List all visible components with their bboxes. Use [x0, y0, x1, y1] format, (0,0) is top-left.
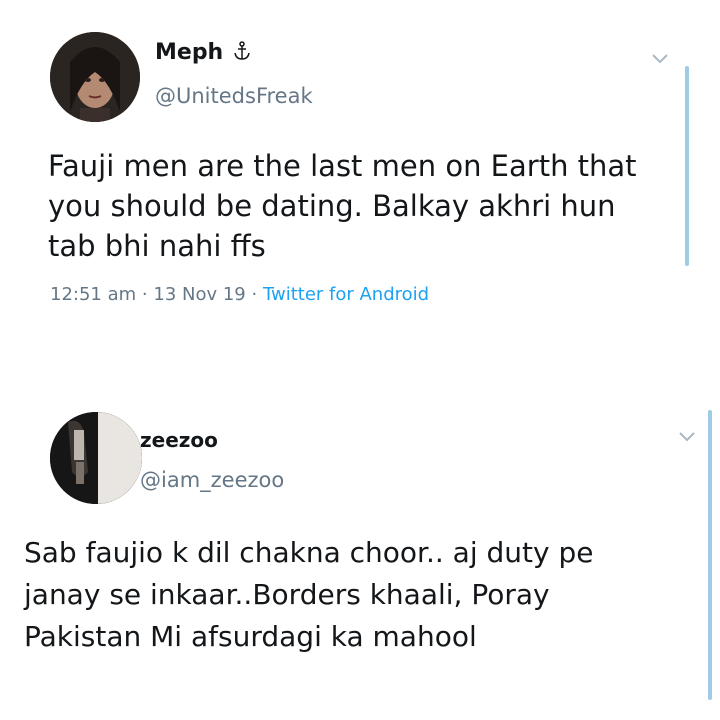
avatar[interactable]: [50, 32, 140, 122]
tweet-text-line: Fauji men are the last men on Earth that: [48, 149, 637, 183]
tweet-text-line: Pakistan Mi afsurdagi ka mahool: [24, 620, 477, 653]
tweet-metadata: 12:51 am · 13 Nov 19 · Twitter for Andro…: [50, 284, 429, 305]
avatar[interactable]: [50, 412, 142, 504]
tweet-text: Fauji men are the last men on Earth that…: [48, 146, 637, 266]
meta-separator: ·: [251, 284, 258, 305]
display-name-text: Meph: [155, 40, 224, 65]
tweet-text: Sab faujio k dil chakna choor.. aj duty …: [24, 532, 593, 658]
tweet-text-line: you should be dating. Balkay akhri hun: [48, 189, 616, 223]
user-handle[interactable]: @UnitedsFreak: [155, 84, 313, 108]
scrollbar[interactable]: [708, 410, 712, 700]
anchor-icon: [233, 41, 251, 67]
display-name[interactable]: zeezoo: [140, 428, 218, 452]
tweet-card[interactable]: zeezoo @iam_zeezoo Sab faujio k dil chak…: [0, 360, 720, 720]
tweet-text-line: tab bhi nahi ffs: [48, 229, 266, 263]
tweet-date[interactable]: 13 Nov 19: [153, 284, 245, 305]
scrollbar[interactable]: [685, 66, 689, 266]
chevron-down-icon[interactable]: [677, 430, 697, 444]
display-name[interactable]: Meph: [155, 40, 251, 67]
avatar-photo: [50, 412, 142, 504]
tweet-card[interactable]: Meph @UnitedsFreak Fauji men are the las…: [0, 0, 720, 360]
user-handle[interactable]: @iam_zeezoo: [140, 468, 284, 492]
tweet-time[interactable]: 12:51 am: [50, 284, 136, 305]
meta-separator: ·: [141, 284, 148, 305]
chevron-down-icon[interactable]: [650, 52, 670, 66]
tweet-text-line: Sab faujio k dil chakna choor.. aj duty …: [24, 536, 594, 569]
avatar-photo: [50, 32, 140, 122]
tweet-text-line: janay se inkaar..Borders khaali, Poray: [24, 578, 550, 611]
tweet-client-link[interactable]: Twitter for Android: [263, 284, 429, 305]
